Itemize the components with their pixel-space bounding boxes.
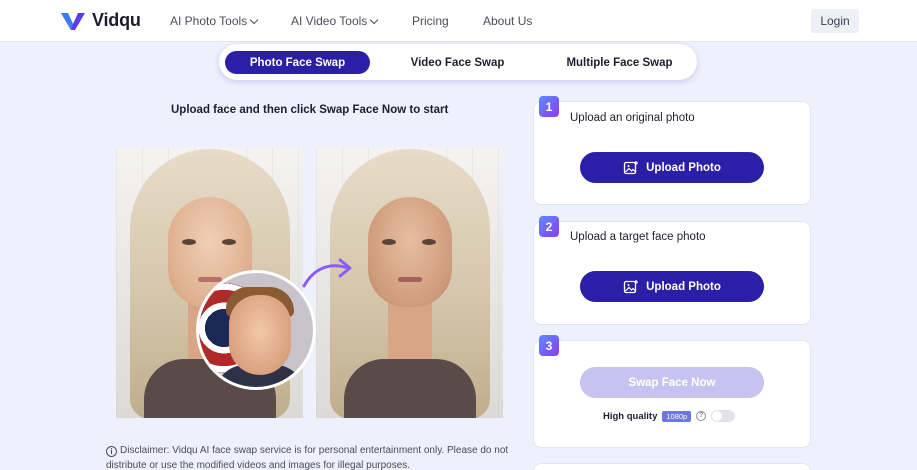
step-2-number: 2	[539, 216, 559, 237]
help-icon[interactable]: ?	[696, 411, 707, 421]
resolution-badge: 1080p	[662, 410, 692, 422]
high-quality-row: High quality 1080p ?	[603, 410, 736, 422]
upload-button-label: Upload Photo	[646, 161, 721, 174]
nav-label: Pricing	[412, 14, 449, 28]
nav-pricing[interactable]: Pricing	[412, 14, 449, 28]
chevron-down-icon	[370, 15, 379, 24]
vidqu-logo-icon	[61, 12, 85, 30]
step-1-label: Upload an original photo	[570, 112, 695, 124]
face-swap-tabs: Photo Face Swap Video Face Swap Multiple…	[219, 44, 697, 80]
swap-face-now-button[interactable]: Swap Face Now	[580, 367, 764, 398]
login-button[interactable]: Login	[811, 9, 859, 33]
chevron-down-icon	[249, 15, 259, 24]
upload-original-photo-button[interactable]: Upload Photo	[580, 152, 764, 183]
step-4-card	[533, 463, 811, 470]
top-header: Vidqu AI Photo Tools AI Video Tools Pric…	[0, 0, 917, 42]
high-quality-toggle[interactable]	[711, 410, 736, 422]
nav-ai-photo-tools[interactable]: AI Photo Tools	[170, 14, 259, 28]
image-upload-icon	[623, 160, 639, 174]
disclaimer: i Disclaimer: Vidqu AI face swap service …	[106, 443, 526, 470]
target-face-example	[196, 270, 316, 390]
disclaimer-text: Disclaimer: Vidqu AI face swap service i…	[106, 445, 509, 470]
step-3-number: 3	[539, 335, 559, 356]
nav-label: AI Photo Tools	[170, 14, 248, 28]
info-icon: i	[106, 446, 117, 457]
nav-about-us[interactable]: About Us	[483, 14, 532, 28]
instruction-text: Upload face and then click Swap Face Now…	[171, 104, 449, 116]
tab-video-face-swap[interactable]: Video Face Swap	[385, 51, 530, 74]
image-upload-icon	[623, 279, 639, 293]
swap-arrow-icon	[302, 258, 352, 288]
upload-target-face-button[interactable]: Upload Photo	[580, 271, 764, 302]
brand-logo[interactable]: Vidqu	[60, 10, 141, 31]
step-1-number: 1	[539, 96, 559, 117]
nav-ai-video-tools[interactable]: AI Video Tools	[291, 14, 379, 28]
tab-multiple-face-swap[interactable]: Multiple Face Swap	[547, 51, 692, 74]
brand-name: Vidqu	[92, 10, 141, 30]
nav-label: AI Video Tools	[291, 14, 368, 28]
nav-label: About Us	[483, 14, 533, 28]
high-quality-label: High quality	[603, 410, 658, 422]
tab-photo-face-swap[interactable]: Photo Face Swap	[225, 51, 370, 74]
step-2-label: Upload a target face photo	[570, 231, 706, 243]
upload-button-label: Upload Photo	[646, 280, 721, 293]
